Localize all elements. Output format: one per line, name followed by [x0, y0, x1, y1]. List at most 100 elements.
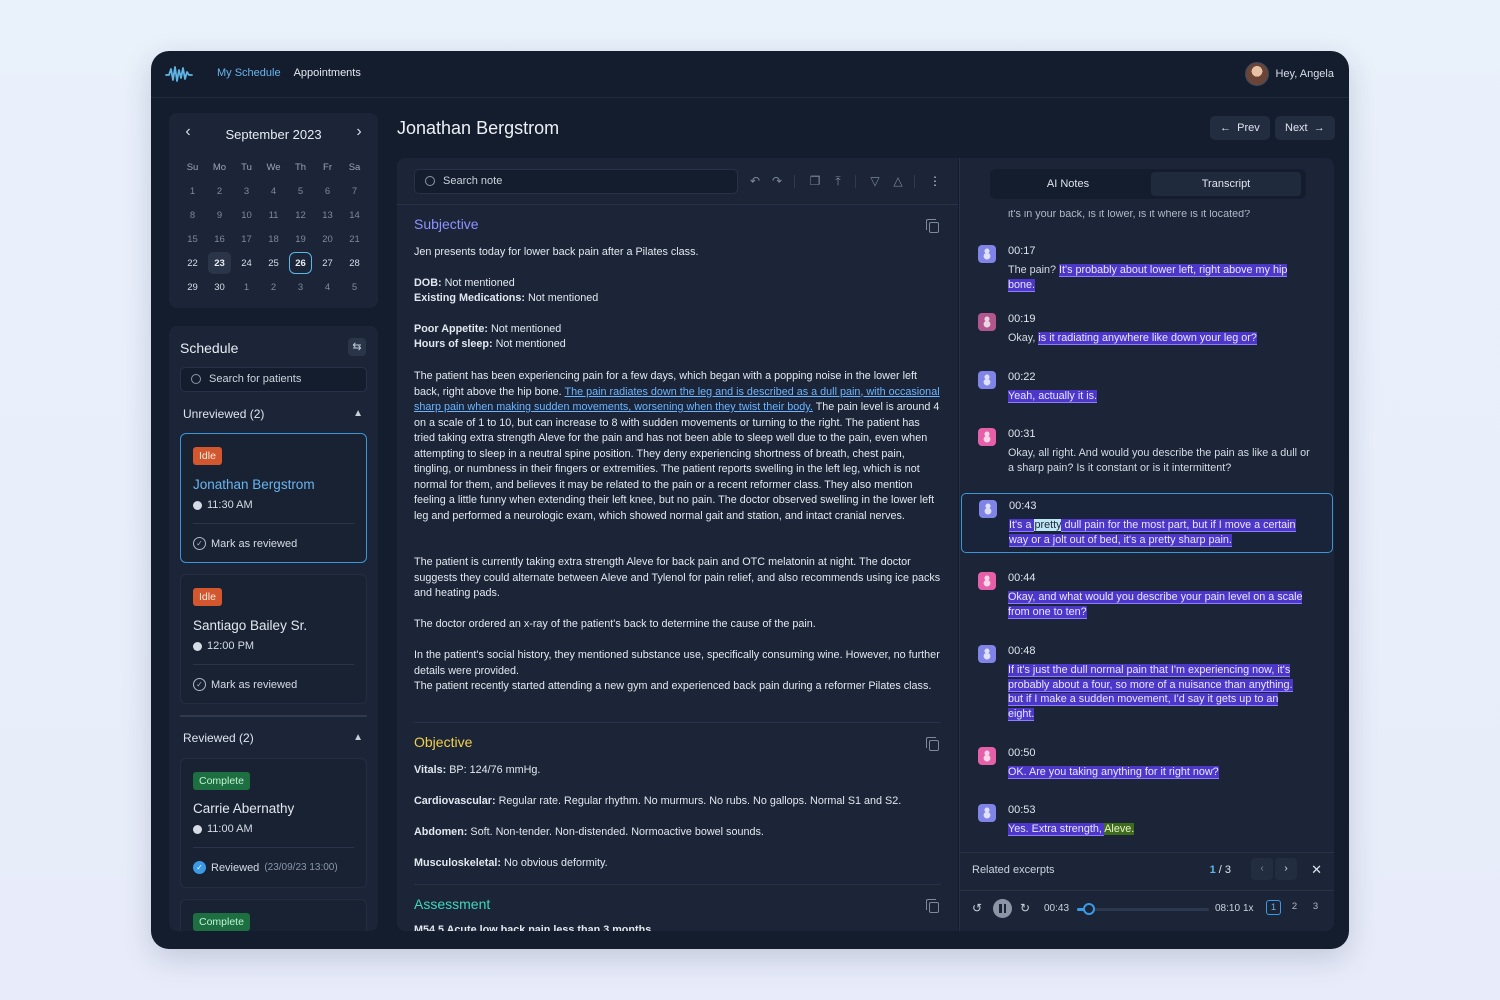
- calendar-day[interactable]: 5: [287, 179, 314, 203]
- calendar-day[interactable]: 22: [179, 251, 206, 275]
- social-history-paragraph: In the patient's social history, they me…: [414, 649, 940, 677]
- collapse-unreviewed-chevron-icon[interactable]: ▲: [353, 408, 363, 419]
- calendar-day[interactable]: 26: [287, 251, 314, 275]
- calendar-day[interactable]: 7: [341, 179, 368, 203]
- unreviewed-header[interactable]: Unreviewed (2): [183, 407, 264, 421]
- forward-icon[interactable]: ↻: [1020, 901, 1030, 915]
- calendar-day[interactable]: 19: [287, 227, 314, 251]
- patient-card[interactable]: Idle Jonathan Bergstrom 11:30 AM ✓ Mark a…: [180, 433, 367, 563]
- transcript-message[interactable]: 00:53 Yes. Extra strength, Aleve.: [960, 804, 1334, 844]
- transcript-message[interactable]: 00:22 Yeah, actually it is.: [960, 371, 1334, 411]
- collapse-reviewed-chevron-icon[interactable]: ▲: [353, 732, 363, 743]
- transcript-message[interactable]: 00:44 Okay, and what would you describe …: [960, 572, 1334, 627]
- note-search-input[interactable]: Search note: [414, 169, 738, 194]
- redo-icon[interactable]: ↷: [770, 174, 784, 188]
- weekday-label: Th: [294, 161, 307, 173]
- calendar-day[interactable]: 14: [341, 203, 368, 227]
- patient-search-placeholder: Search for patients: [209, 373, 302, 385]
- nav-my-schedule[interactable]: My Schedule: [217, 67, 281, 79]
- calendar-day[interactable]: 28: [341, 251, 368, 275]
- mark-as-reviewed-button[interactable]: ✓ Mark as reviewed: [193, 678, 297, 691]
- rewind-icon[interactable]: ↺: [972, 901, 982, 915]
- excerpt-page-2[interactable]: 2: [1287, 900, 1302, 915]
- calendar-day[interactable]: 1: [179, 179, 206, 203]
- calendar-day[interactable]: 17: [233, 227, 260, 251]
- calendar-day[interactable]: 30: [206, 275, 233, 299]
- calendar-day[interactable]: 13: [314, 203, 341, 227]
- close-icon[interactable]: ✕: [1311, 862, 1322, 878]
- patient-card[interactable]: Complete: [180, 899, 367, 931]
- clock-icon: [193, 641, 202, 651]
- calendar-day[interactable]: 20: [314, 227, 341, 251]
- calendar-day[interactable]: 18: [260, 227, 287, 251]
- more-options-icon[interactable]: ⋮: [928, 174, 942, 188]
- assessment-title: Assessment: [414, 896, 491, 912]
- audio-progress-slider[interactable]: [1077, 903, 1209, 915]
- calendar-day[interactable]: 8: [179, 203, 206, 227]
- calendar-day[interactable]: 1: [233, 275, 260, 299]
- calendar-day[interactable]: 2: [206, 179, 233, 203]
- calendar-day[interactable]: 10: [233, 203, 260, 227]
- calendar-day[interactable]: 27: [314, 251, 341, 275]
- subjective-intro: Jen presents today for lower back pain a…: [414, 246, 699, 258]
- transcript-message[interactable]: 00:50 OK. Are you taking anything for it…: [960, 747, 1334, 787]
- calendar-day[interactable]: 29: [179, 275, 206, 299]
- export-icon[interactable]: ⤒: [831, 174, 845, 189]
- playback-speed[interactable]: 1x: [1243, 903, 1254, 914]
- transcript-message[interactable]: 00:31 Okay, all right. And would you des…: [960, 428, 1334, 483]
- copy-section-icon[interactable]: [926, 899, 939, 913]
- calendar-day[interactable]: 12: [287, 203, 314, 227]
- calendar-day[interactable]: 4: [314, 275, 341, 299]
- avatar[interactable]: [1245, 62, 1270, 86]
- card-divider: [193, 664, 354, 665]
- excerpt-page-1[interactable]: 1: [1266, 900, 1281, 915]
- waveform-logo-icon[interactable]: [165, 64, 193, 84]
- progress-handle[interactable]: [1082, 903, 1095, 915]
- next-excerpt-chevron-icon[interactable]: ›: [1275, 858, 1297, 880]
- next-month-chevron-icon[interactable]: ›: [350, 123, 368, 141]
- thumbs-up-icon[interactable]: △: [891, 174, 905, 188]
- calendar-day[interactable]: 3: [287, 275, 314, 299]
- calendar-day[interactable]: 23: [206, 251, 233, 275]
- next-button[interactable]: Next →: [1275, 116, 1335, 140]
- swap-icon[interactable]: ⇆: [348, 338, 366, 356]
- copy-section-icon[interactable]: [926, 219, 939, 233]
- undo-icon[interactable]: ↶: [748, 174, 762, 188]
- tab-transcript[interactable]: Transcript: [1151, 172, 1301, 196]
- excerpt-page-3[interactable]: 3: [1308, 900, 1323, 915]
- calendar-day[interactable]: 21: [341, 227, 368, 251]
- pause-button[interactable]: [993, 899, 1012, 918]
- patient-search-input[interactable]: Search for patients: [180, 367, 367, 392]
- subjective-title: Subjective: [414, 216, 479, 232]
- copy-icon[interactable]: ❐: [808, 174, 822, 188]
- tab-ai-notes[interactable]: AI Notes: [993, 172, 1143, 196]
- mark-as-reviewed-button[interactable]: ✓ Mark as reviewed: [193, 537, 297, 550]
- patient-card[interactable]: Idle Santiago Bailey Sr. 12:00 PM ✓ Mark …: [180, 574, 367, 704]
- calendar-day[interactable]: 24: [233, 251, 260, 275]
- thumbs-down-icon[interactable]: ▽: [868, 174, 882, 188]
- calendar-day[interactable]: 11: [260, 203, 287, 227]
- speaker-icon: [978, 428, 996, 446]
- prev-excerpt-chevron-icon[interactable]: ‹: [1251, 858, 1273, 880]
- calendar-day[interactable]: 25: [260, 251, 287, 275]
- calendar-day[interactable]: 9: [206, 203, 233, 227]
- user-menu[interactable]: Hey, Angela: [1245, 62, 1334, 86]
- check-circle-icon: ✓: [193, 537, 206, 550]
- calendar-day[interactable]: 16: [206, 227, 233, 251]
- nav-appointments[interactable]: Appointments: [294, 67, 361, 79]
- calendar-day[interactable]: 4: [260, 179, 287, 203]
- copy-section-icon[interactable]: [926, 737, 939, 751]
- transcript-message[interactable]: 00:19 Okay, is it radiating anywhere lik…: [960, 313, 1334, 353]
- prev-button[interactable]: ← Prev: [1210, 116, 1270, 140]
- patient-card[interactable]: Complete Carrie Abernathy 11:00 AM ✓ Revi…: [180, 758, 367, 888]
- calendar-day[interactable]: 15: [179, 227, 206, 251]
- calendar-day[interactable]: 2: [260, 275, 287, 299]
- transcript-message-active[interactable]: 00:43 It's a pretty dull pain for the mo…: [961, 493, 1333, 553]
- transcript-message[interactable]: 00:17 The pain? It's probably about lowe…: [960, 245, 1334, 305]
- transcript-message[interactable]: 00:48 If it's just the dull normal pain …: [960, 645, 1334, 725]
- calendar-day[interactable]: 3: [233, 179, 260, 203]
- calendar-day[interactable]: 5: [341, 275, 368, 299]
- calendar-day[interactable]: 6: [314, 179, 341, 203]
- reviewed-header[interactable]: Reviewed (2): [183, 731, 254, 745]
- speaker-icon: [978, 313, 996, 331]
